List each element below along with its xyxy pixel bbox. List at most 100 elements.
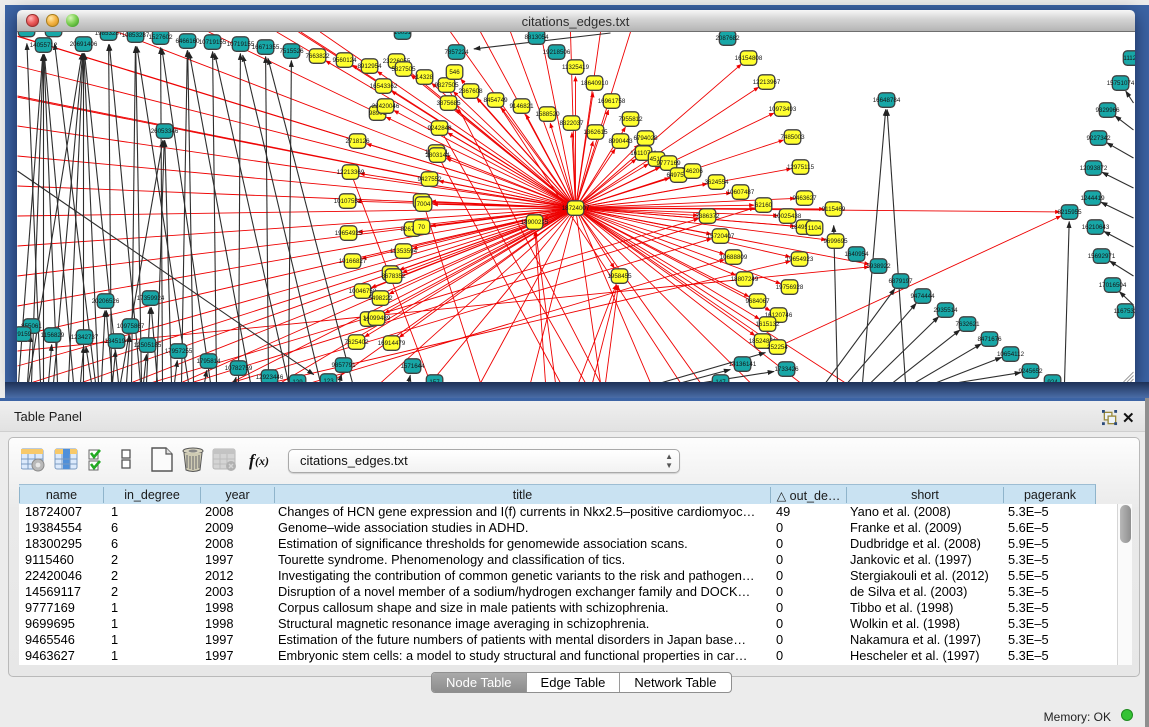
svg-text:19654923: 19654923 [785, 256, 813, 263]
svg-text:12213369: 12213369 [336, 169, 364, 176]
svg-text:16210643: 16210643 [1081, 224, 1109, 231]
svg-text:18900215: 18900215 [520, 219, 548, 226]
svg-text:(x): (x) [255, 454, 269, 468]
svg-text:5327505: 5327505 [391, 66, 416, 73]
svg-text:3875685: 3875685 [436, 100, 461, 107]
svg-text:12975115: 12975115 [786, 164, 814, 171]
svg-text:1167533: 1167533 [1113, 308, 1134, 315]
svg-text:9327505: 9327505 [434, 82, 459, 89]
svg-text:11325419: 11325419 [561, 64, 589, 71]
svg-text:1527602: 1527602 [148, 34, 173, 41]
svg-text:14055712: 14055712 [29, 42, 57, 49]
svg-text:8322037: 8322037 [559, 120, 584, 127]
svg-text:18807249: 18807249 [730, 276, 758, 283]
svg-text:7625402: 7625402 [344, 339, 369, 346]
svg-text:9146821: 9146821 [509, 103, 534, 110]
svg-text:7663822: 7663822 [305, 53, 330, 60]
svg-text:1104: 1104 [807, 225, 821, 232]
svg-text:10654112: 10654112 [996, 351, 1024, 358]
svg-text:11122: 11122 [1123, 55, 1135, 62]
svg-text:22420046: 22420046 [371, 103, 399, 110]
svg-text:2935514: 2935514 [933, 307, 958, 314]
svg-text:12093872: 12093872 [1079, 165, 1107, 172]
svg-text:17016504: 17016504 [1098, 282, 1126, 289]
svg-text:7632621: 7632621 [955, 321, 980, 328]
svg-text:157: 157 [429, 379, 440, 384]
svg-text:2803144: 2803144 [425, 152, 450, 159]
svg-text:123: 123 [323, 378, 334, 384]
svg-text:9684067: 9684067 [745, 298, 770, 305]
svg-text:129: 129 [292, 379, 303, 384]
svg-text:8454749: 8454749 [483, 97, 508, 104]
svg-text:1244419: 1244419 [1080, 195, 1105, 202]
svg-text:19166827: 19166827 [338, 258, 366, 265]
svg-text:1156829: 1156829 [40, 332, 64, 339]
svg-text:39159: 39159 [17, 331, 32, 338]
svg-text:10975867: 10975867 [116, 323, 144, 330]
svg-text:14328: 14328 [415, 74, 433, 81]
svg-text:9242848: 9242848 [427, 125, 452, 132]
svg-text:6794028: 6794028 [633, 135, 658, 142]
svg-text:6466160: 6466160 [175, 38, 200, 45]
svg-text:16154808: 16154808 [734, 55, 762, 62]
svg-text:15720407: 15720407 [706, 233, 734, 240]
svg-text:7857224: 7857224 [444, 49, 469, 56]
svg-text:15751074: 15751074 [1106, 80, 1134, 87]
svg-text:1588520: 1588520 [535, 111, 560, 118]
svg-text:7386372: 7386372 [695, 213, 720, 220]
svg-text:17359924: 17359924 [136, 295, 164, 302]
svg-text:1571644: 1571644 [400, 363, 425, 370]
svg-text:19218506: 19218506 [542, 49, 570, 56]
svg-text:12923446: 12923446 [255, 374, 283, 381]
svg-text:2087682: 2087682 [715, 35, 740, 42]
svg-text:9474444: 9474444 [910, 293, 935, 300]
svg-text:8215955: 8215955 [1057, 209, 1082, 216]
svg-text:7515526: 7515526 [279, 48, 304, 55]
svg-text:1345194: 1345194 [104, 338, 129, 345]
svg-text:8471676: 8471676 [977, 336, 1002, 343]
svg-text:16914479: 16914479 [377, 340, 405, 347]
svg-text:17957255: 17957255 [164, 348, 192, 355]
svg-text:16031: 16031 [393, 32, 411, 36]
svg-text:3624554: 3624554 [704, 179, 729, 186]
svg-text:26053346: 26053346 [150, 128, 178, 135]
svg-text:6879197: 6879197 [888, 278, 913, 285]
svg-text:19853287: 19853287 [94, 32, 122, 37]
svg-text:18724007: 18724007 [561, 205, 589, 212]
svg-text:10607487: 10607487 [726, 189, 754, 196]
svg-text:9427552: 9427552 [417, 176, 442, 183]
svg-text:19654925: 19654925 [334, 230, 362, 237]
svg-text:10025438: 10025438 [773, 213, 801, 220]
svg-text:62160: 62160 [754, 202, 772, 209]
svg-text:7955812: 7955812 [618, 116, 643, 123]
svg-text:14099489: 14099489 [362, 315, 390, 322]
svg-text:11353594: 11353594 [389, 248, 417, 255]
svg-text:1733426: 1733426 [774, 366, 799, 373]
svg-text:10719155: 10719155 [226, 41, 254, 48]
svg-text:12213967: 12213967 [752, 79, 780, 86]
svg-text:9699695: 9699695 [823, 238, 848, 245]
svg-text:12505185: 12505185 [133, 342, 161, 349]
svg-text:924: 924 [1047, 379, 1058, 384]
svg-text:746206: 746206 [682, 168, 703, 175]
svg-text:5938922: 5938922 [866, 263, 891, 270]
svg-text:8678352: 8678352 [381, 273, 406, 280]
svg-text:1615132: 1615132 [755, 321, 780, 328]
svg-text:16543362: 16543362 [369, 83, 397, 90]
svg-text:5498222: 5498222 [368, 295, 393, 302]
svg-text:16961758: 16961758 [597, 98, 625, 105]
svg-text:10853287: 10853287 [121, 32, 149, 39]
svg-text:8912954: 8912954 [357, 63, 382, 70]
svg-text:8990443: 8990443 [608, 138, 633, 145]
svg-text:12342737: 12342737 [70, 334, 98, 341]
svg-text:1958455: 1958455 [607, 273, 632, 280]
svg-text:19756928: 19756928 [775, 284, 803, 291]
svg-text:14136141: 14136141 [728, 361, 756, 368]
svg-text:7004: 7004 [416, 201, 430, 208]
svg-text:9115469: 9115469 [821, 206, 845, 213]
svg-text:546: 546 [449, 69, 460, 76]
svg-text:1362615: 1362615 [583, 129, 608, 136]
svg-text:10107552: 10107552 [333, 198, 361, 205]
svg-text:9329966: 9329966 [1095, 107, 1120, 114]
svg-text:20691406: 20691406 [69, 41, 97, 48]
